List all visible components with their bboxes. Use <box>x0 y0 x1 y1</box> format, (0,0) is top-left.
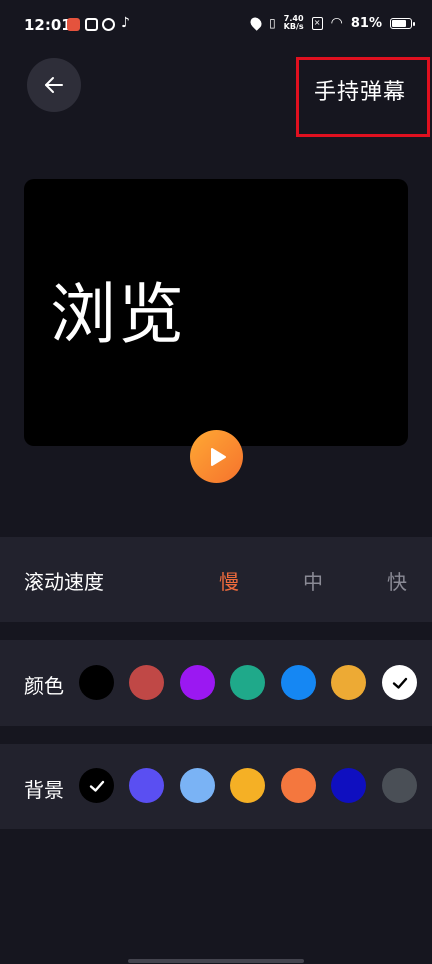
speed-option-medium[interactable]: 中 <box>303 566 323 595</box>
background-color-swatch[interactable] <box>331 768 366 803</box>
danmaku-preview: 浏览 <box>24 179 408 446</box>
scroll-speed-label: 滚动速度 <box>24 570 104 594</box>
back-button[interactable] <box>27 58 81 112</box>
text-color-swatch[interactable] <box>129 665 164 700</box>
status-icons: ▯ 7.40 KB/s × ◠ 81% <box>248 15 415 31</box>
play-icon <box>211 447 226 466</box>
text-color-label: 颜色 <box>24 674 64 698</box>
notification-app-icon <box>85 18 98 31</box>
speed-option-fast[interactable]: 快 <box>387 566 407 595</box>
background-color-label: 背景 <box>24 778 64 802</box>
location-icon <box>248 15 264 31</box>
tiktok-icon: ♪ <box>121 15 130 31</box>
background-color-swatch[interactable] <box>230 768 265 803</box>
text-color-swatch[interactable] <box>79 665 114 700</box>
vibrate-icon: ▯ <box>269 16 276 30</box>
text-color-swatch[interactable] <box>281 665 316 700</box>
text-color-swatch-selected[interactable] <box>382 665 417 700</box>
scroll-speed-row: 滚动速度 慢 中 快 <box>0 537 432 622</box>
background-color-swatch[interactable] <box>281 768 316 803</box>
wifi-icon: ◠ <box>330 15 343 31</box>
text-color-swatch[interactable] <box>230 665 265 700</box>
play-button[interactable] <box>190 430 243 483</box>
battery-fill <box>392 19 406 27</box>
battery-percent: 81% <box>350 15 382 31</box>
notification-app-icon <box>67 18 80 31</box>
check-icon <box>89 780 104 792</box>
home-indicator[interactable] <box>128 959 304 963</box>
background-color-swatch[interactable] <box>382 768 417 803</box>
status-time: 12:01 <box>24 16 72 34</box>
arrow-left-icon <box>45 77 63 93</box>
battery-icon <box>390 17 415 29</box>
network-speed-unit: KB/s <box>283 22 304 31</box>
status-bar: 12:01 ♪ ▯ 7.40 KB/s × ◠ 81% <box>0 0 432 50</box>
text-color-row: 颜色 <box>0 640 432 726</box>
notification-app-icon <box>102 18 115 31</box>
background-color-swatch[interactable] <box>180 768 215 803</box>
speed-option-slow[interactable]: 慢 <box>219 566 239 595</box>
check-icon <box>392 677 407 689</box>
preview-text: 浏览 <box>50 276 186 353</box>
background-color-swatch-selected[interactable] <box>79 768 114 803</box>
text-color-swatch[interactable] <box>180 665 215 700</box>
text-color-swatch[interactable] <box>331 665 366 700</box>
network-speed: 7.40 KB/s <box>284 15 304 31</box>
page: 12:01 ♪ ▯ 7.40 KB/s × ◠ 81% 手持弹幕 浏览 滚动速度… <box>0 0 432 964</box>
background-color-swatch[interactable] <box>129 768 164 803</box>
no-sim-icon: × <box>311 16 323 30</box>
title-highlight: 手持弹幕 <box>296 57 430 137</box>
page-title: 手持弹幕 <box>314 80 407 105</box>
background-color-row: 背景 <box>0 744 432 829</box>
